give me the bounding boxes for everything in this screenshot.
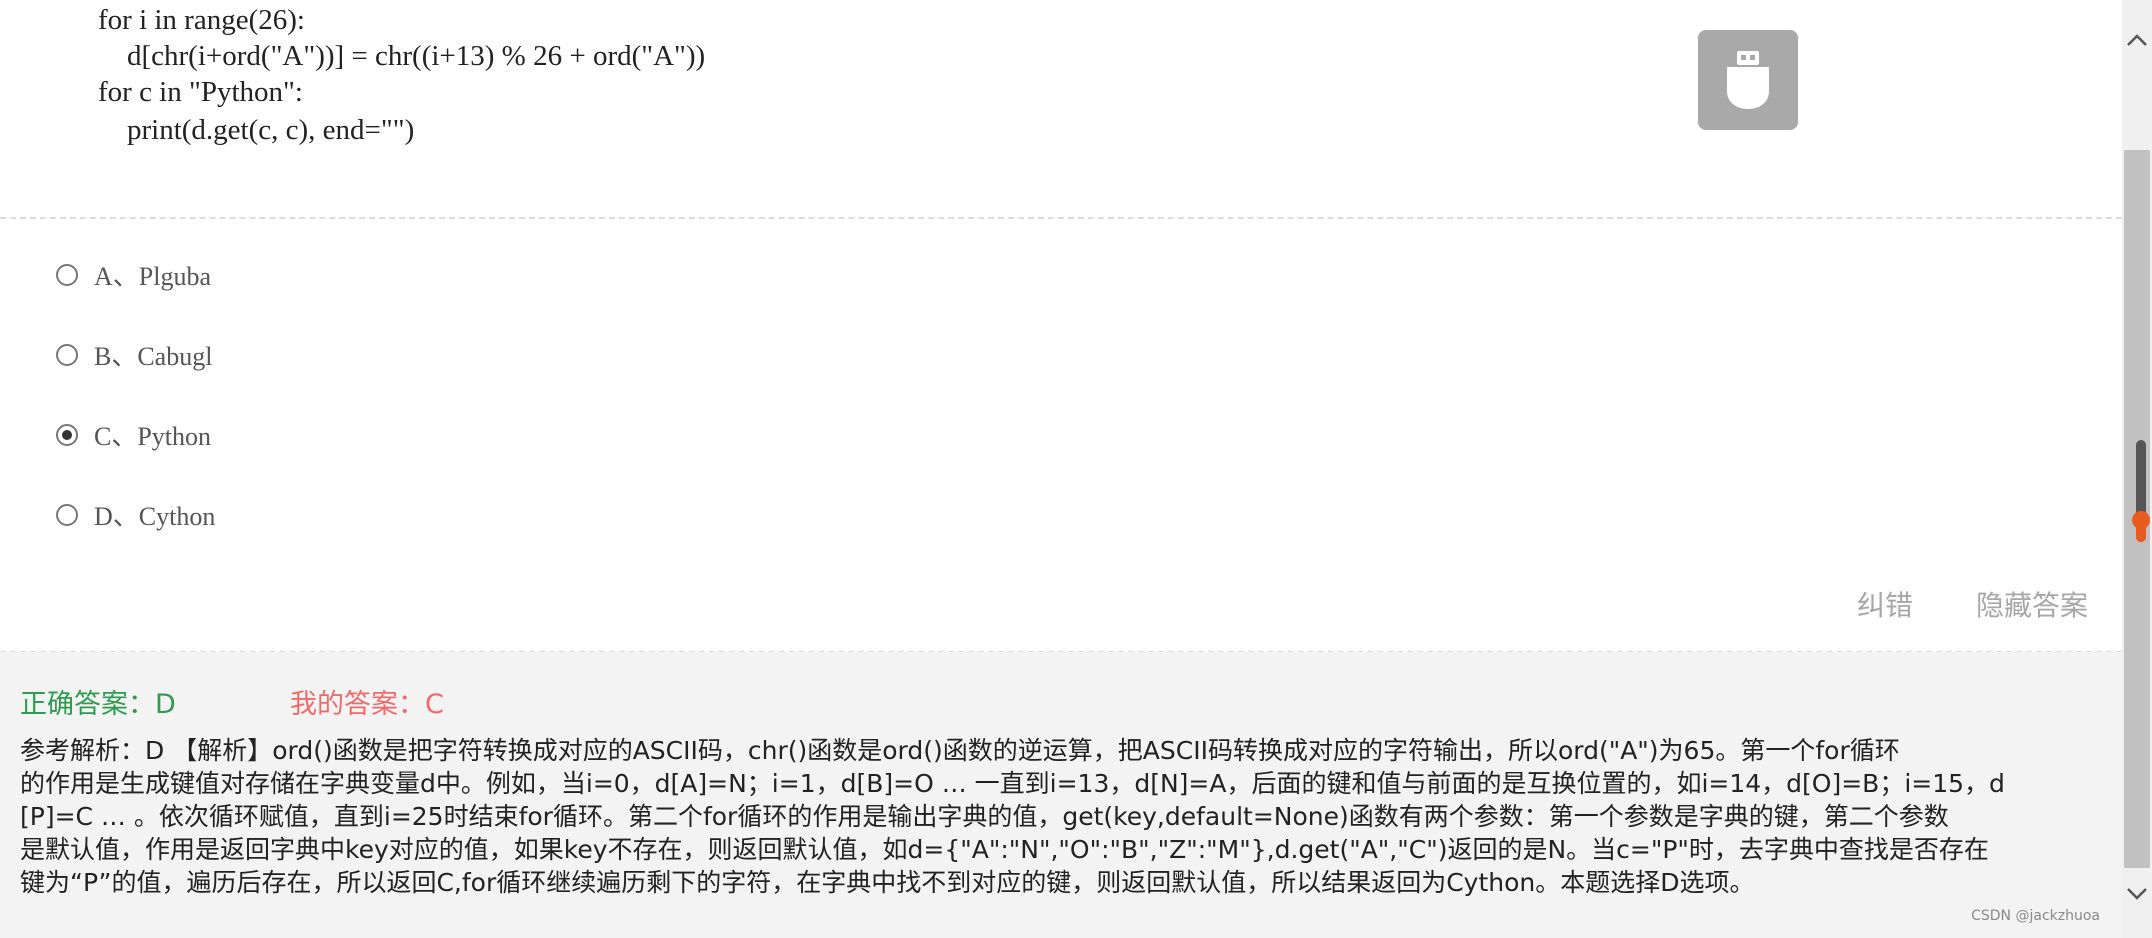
scroll-down-arrow[interactable] [2122,874,2152,914]
option-b[interactable]: B、Cabugl [56,336,212,373]
analysis-line: 参考解析：D 【解析】ord()函数是把字符转换成对应的ASCII码，chr()… [20,736,1900,765]
radio-a[interactable] [56,263,78,286]
correct-answer: 正确答案：D [20,689,176,720]
option-c[interactable]: C、Python [56,416,211,453]
option-d[interactable]: D、Cython [56,496,215,533]
radio-d[interactable] [56,503,78,526]
option-d-label: D、Cython [94,502,216,531]
code-line: print(d.get(c, c), end="") [98,114,415,146]
my-answer: 我的答案：C [290,689,444,720]
code-snippet: for i in range(26): d[chr(i+ord("A"))] =… [98,0,1698,216]
answer-analysis: 参考解析：D 【解析】ord()函数是把字符转换成对应的ASCII码，chr()… [20,734,2100,899]
option-c-label: C、Python [94,422,212,451]
code-line: d[chr(i+ord("A"))] = chr((i+13) % 26 + o… [98,40,706,72]
usb-drive-icon [1727,51,1769,109]
radio-b[interactable] [56,343,78,366]
volume-slider[interactable] [2132,440,2150,542]
analysis-line: 是默认值，作用是返回字典中key对应的值，如果key不存在，则返回默认值，如d=… [20,835,1989,864]
code-line: for c in "Python": [98,76,303,108]
analysis-line: 的作用是生成键值对存储在字典变量d中。例如，当i=0，d[A]=N；i=1，d[… [20,769,2005,798]
radio-c[interactable] [56,423,78,446]
report-error-link[interactable]: 纠错 [1857,584,1913,624]
usb-drive-button[interactable] [1698,30,1798,130]
option-a[interactable]: A、Plguba [56,256,211,293]
code-divider [0,217,2122,219]
quiz-page: for i in range(26): d[chr(i+ord("A"))] =… [0,0,2152,938]
hide-answer-link[interactable]: 隐藏答案 [1976,584,2088,624]
scroll-up-arrow[interactable] [2122,20,2152,60]
analysis-line: 键为“P”的值，遍历后存在，所以返回C,for循环继续遍历剩下的字符，在字典中找… [20,868,1755,897]
chevron-up-icon [2127,34,2147,46]
volume-slider-knob[interactable] [2132,511,2150,529]
analysis-line: [P]=C … 。依次循环赋值，直到i=25时结束for循环。第二个for循环的… [20,802,1949,831]
chevron-down-icon [2127,888,2147,900]
option-b-label: B、Cabugl [94,342,213,371]
code-line: for i in range(26): [98,4,305,36]
option-a-label: A、Plguba [94,262,212,291]
watermark: CSDN @jackzhuoa [1971,908,2100,924]
answer-panel: 正确答案：D 我的答案：C 参考解析：D 【解析】ord()函数是把字符转换成对… [0,652,2122,938]
